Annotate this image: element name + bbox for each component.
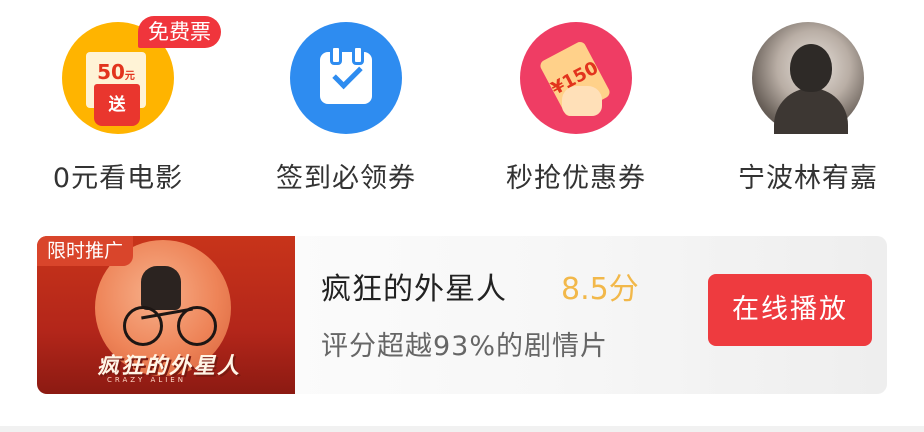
movie-poster[interactable]: 疯狂的外星人 CRAZY ALIEN 限时推广 — [37, 236, 295, 394]
rider-graphic — [141, 266, 181, 310]
entry-label: 0元看电影 — [52, 163, 184, 194]
hand-icon — [562, 86, 602, 116]
calendar-check-icon — [290, 22, 402, 134]
bicycle-wheel — [123, 306, 163, 346]
entry-label: 秒抢优惠券 — [506, 163, 646, 194]
promo-tag: 限时推广 — [37, 236, 134, 266]
promo-banner[interactable]: 疯狂的外星人 CRAZY ALIEN 限时推广 疯狂的外星人 8.5分 评分超越… — [37, 236, 887, 394]
play-online-button[interactable]: 在线播放 — [708, 274, 872, 346]
poster-subtitle: CRAZY ALIEN — [107, 376, 186, 384]
entry-free-movie[interactable]: 50元 送 免费票 0元看电影 — [28, 16, 221, 195]
ticket-unit: 元 — [124, 71, 135, 82]
movie-description: 评分超越93%的剧情片 — [321, 331, 609, 362]
red-envelope-icon: 送 — [94, 84, 140, 126]
free-ticket-badge: 免费票 — [138, 16, 221, 48]
entry-label: 宁波林宥嘉 — [738, 163, 878, 194]
entry-sign-in-coupon[interactable]: 签到必领券 — [256, 22, 436, 195]
free-movie-icon: 50元 送 免费票 — [62, 16, 221, 134]
movie-score: 8.5分 — [561, 272, 639, 307]
avatar — [752, 22, 864, 134]
ticket-value: 50 — [97, 60, 125, 84]
entry-user-profile[interactable]: 宁波林宥嘉 — [718, 22, 898, 195]
page: 50元 送 免费票 0元看电影 签到必领券 ¥150 秒抢优惠券 宁波林宥嘉 疯… — [0, 0, 924, 432]
entry-flash-coupon[interactable]: ¥150 秒抢优惠券 — [486, 22, 666, 195]
entry-label: 签到必领券 — [276, 163, 416, 194]
section-divider — [0, 426, 924, 432]
movie-title: 疯狂的外星人 — [321, 272, 507, 307]
coupon-icon: ¥150 — [520, 22, 632, 134]
bicycle-wheel — [177, 306, 217, 346]
